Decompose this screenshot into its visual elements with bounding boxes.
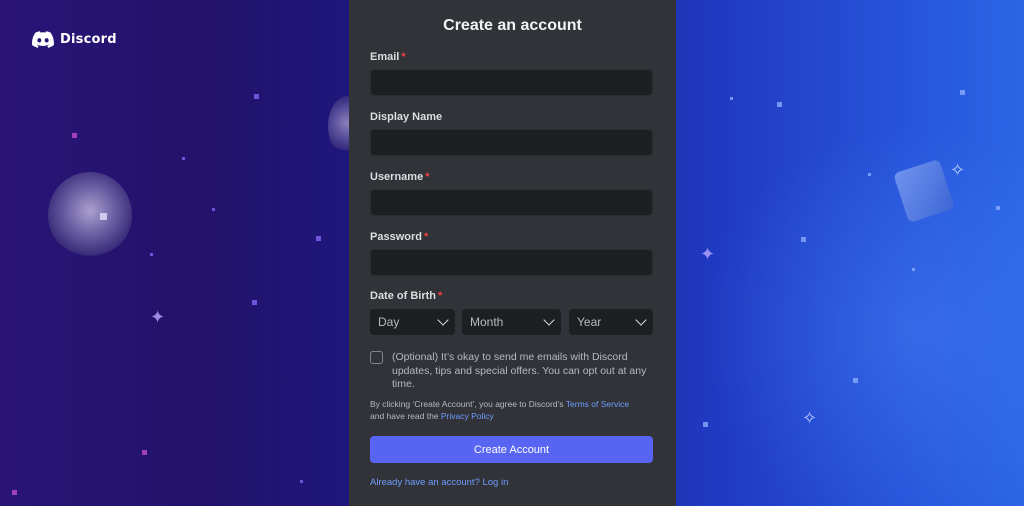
required-marker: *: [423, 231, 429, 243]
dob-month-select[interactable]: Month: [462, 309, 561, 335]
star-decoration: [12, 490, 17, 495]
star-decoration: [300, 480, 303, 483]
discord-clyde-icon: [32, 31, 54, 48]
sparkle-decoration: ✧: [802, 408, 818, 428]
cube-decoration: [893, 158, 955, 224]
dob-day-select[interactable]: Day: [370, 309, 455, 335]
dob-label-text: Date of Birth: [370, 290, 436, 302]
sparkle-decoration: ✦: [700, 244, 716, 264]
terms-prefix: By clicking ‘Create Account’, you agree …: [370, 399, 566, 409]
planet-orb-decoration: [48, 172, 132, 258]
dob-label: Date of Birth *: [370, 290, 442, 302]
star-decoration: [100, 213, 107, 220]
password-label-text: Password: [370, 231, 422, 243]
email-field[interactable]: [370, 69, 653, 96]
star-decoration: [912, 268, 915, 271]
display-name-field[interactable]: [370, 129, 653, 156]
star-decoration: [142, 450, 147, 455]
display-name-label: Display Name: [370, 111, 443, 123]
marketing-optin-checkbox[interactable]: [370, 351, 383, 364]
required-marker: *: [425, 171, 430, 183]
star-decoration: [72, 133, 77, 138]
email-label: Email *: [370, 51, 406, 63]
username-field[interactable]: [370, 189, 653, 216]
page-title: Create an account: [443, 17, 582, 34]
password-label: Password *: [370, 231, 428, 243]
create-account-button[interactable]: Create Account: [370, 436, 653, 463]
brand-name: Discord: [60, 32, 117, 47]
chevron-down-icon: [635, 314, 647, 326]
star-decoration: [960, 90, 965, 95]
register-panel: Create an account Email * Display Name Us…: [349, 0, 676, 506]
required-marker: *: [438, 290, 443, 302]
terms-of-service-link[interactable]: Terms of Service: [566, 399, 629, 409]
login-link[interactable]: Already have an account? Log in: [370, 477, 508, 488]
username-label: Username *: [370, 171, 429, 183]
terms-notice: By clicking ‘Create Account’, you agree …: [370, 398, 660, 422]
star-decoration: [212, 208, 215, 211]
star-decoration: [252, 300, 257, 305]
terms-middle: and have read the: [370, 411, 441, 421]
password-field[interactable]: [370, 249, 653, 276]
privacy-policy-link[interactable]: Privacy Policy: [441, 411, 494, 421]
marketing-optin-text[interactable]: (Optional) It’s okay to send me emails w…: [392, 351, 656, 392]
sparkle-decoration: ✧: [950, 160, 966, 180]
dob-year-select[interactable]: Year: [569, 309, 653, 335]
star-decoration: [730, 97, 733, 100]
star-decoration: [853, 378, 858, 383]
username-label-text: Username: [370, 171, 424, 183]
sparkle-decoration: ✦: [150, 307, 166, 327]
star-decoration: [316, 236, 321, 241]
star-decoration: [150, 253, 153, 256]
star-decoration: [254, 94, 259, 99]
star-decoration: [868, 173, 871, 176]
dob-month-value: Month: [470, 315, 504, 329]
dob-day-value: Day: [378, 315, 400, 329]
dob-year-value: Year: [577, 315, 602, 329]
star-decoration: [801, 237, 806, 242]
chevron-down-icon: [437, 314, 449, 326]
star-decoration: [703, 422, 708, 427]
discord-logo[interactable]: Discord: [32, 31, 117, 48]
star-decoration: [777, 102, 782, 107]
email-label-text: Email: [370, 51, 400, 63]
star-decoration: [182, 157, 185, 160]
star-decoration: [996, 206, 1000, 210]
required-marker: *: [401, 51, 406, 63]
chevron-down-icon: [543, 314, 555, 326]
